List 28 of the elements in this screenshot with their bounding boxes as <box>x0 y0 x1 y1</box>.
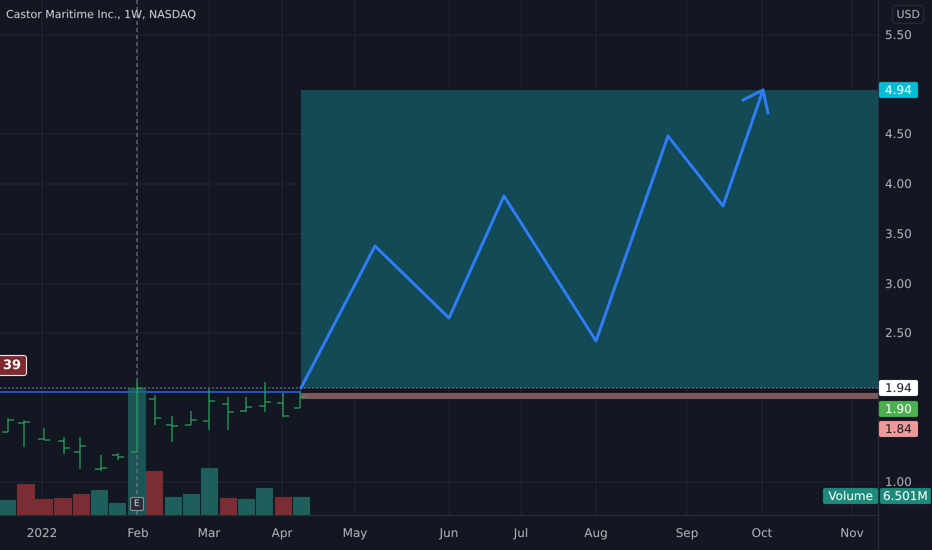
time-axis-label: Jul <box>514 526 528 540</box>
price-axis-label: 4.00 <box>885 177 912 191</box>
time-axis-label: Apr <box>272 526 292 540</box>
time-axis-label: Oct <box>752 526 772 540</box>
price-axis-label: 1.00 <box>885 475 912 489</box>
time-axis-label: Nov <box>840 526 864 540</box>
price-badge: 1.90 <box>879 401 918 417</box>
currency-label[interactable]: USD <box>892 5 924 24</box>
time-axis-label: Aug <box>584 526 608 540</box>
earnings-marker: E <box>130 497 144 511</box>
price-axis-label: 3.00 <box>885 277 912 291</box>
time-axis-label: 2022 <box>26 526 58 540</box>
time-axis-label: Jun <box>440 526 458 540</box>
chart-title: Castor Maritime Inc., 1W, NASDAQ <box>6 8 196 21</box>
price-axis-label: 2.50 <box>885 326 912 340</box>
price-axis-label: 4.50 <box>885 127 912 141</box>
time-axis-label: Mar <box>198 526 220 540</box>
price-badge: 39 <box>0 355 28 376</box>
volume-value: 6.501M <box>880 488 931 504</box>
price-badge: 1.94 <box>879 380 918 396</box>
price-badge: 4.94 <box>879 82 918 98</box>
time-axis-label: May <box>342 526 368 540</box>
price-axis-label: 5.50 <box>885 28 912 42</box>
price-axis-label: 3.50 <box>885 227 912 241</box>
price-badge: 1.84 <box>879 421 918 437</box>
time-axis-label: Sep <box>676 526 698 540</box>
time-axis-label: Feb <box>127 526 149 540</box>
volume-label: Volume <box>823 488 878 504</box>
